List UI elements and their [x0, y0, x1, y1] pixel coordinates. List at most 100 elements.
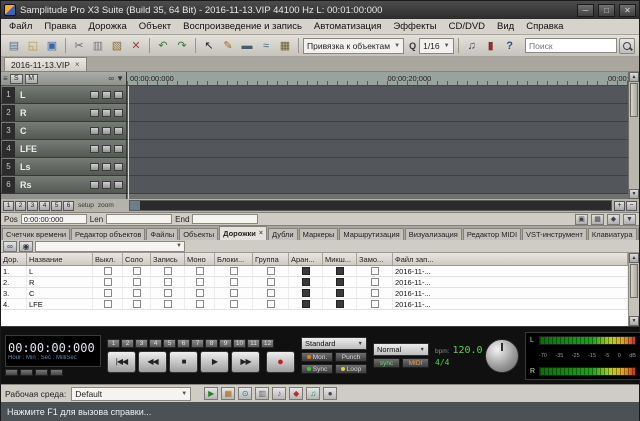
- range-mode-icon[interactable]: ▬: [238, 37, 256, 55]
- track-lane[interactable]: [127, 158, 628, 176]
- metronome-icon[interactable]: ♫: [306, 387, 320, 400]
- tab-markers[interactable]: Маркеры: [299, 228, 339, 240]
- search-input[interactable]: [525, 38, 617, 53]
- table-scrollbar[interactable]: ▲ ▼: [628, 253, 639, 326]
- project-overview-bar[interactable]: [129, 200, 612, 211]
- tab-vst-instrument[interactable]: VST-инструмент: [522, 228, 587, 240]
- chevron-down-icon[interactable]: ▼: [116, 74, 124, 83]
- track-menu-icon[interactable]: ≡: [3, 74, 8, 83]
- tab-routing[interactable]: Маршрутизация: [339, 228, 403, 240]
- col-mono[interactable]: Моно: [185, 253, 215, 265]
- volume-knob[interactable]: [485, 339, 519, 373]
- solo-checkbox[interactable]: [123, 266, 151, 276]
- tempo-display[interactable]: bpm: 120.0 4/4: [435, 345, 479, 367]
- solo-checkbox[interactable]: [123, 277, 151, 287]
- track-header[interactable]: 4 LFE: [1, 140, 126, 158]
- tab-project[interactable]: 2016-11-13.VIP ×: [4, 57, 87, 71]
- find-track-icon[interactable]: ∞: [3, 241, 17, 252]
- freeze-checkbox[interactable]: [357, 299, 393, 309]
- track-solo-button[interactable]: [90, 181, 99, 189]
- maximize-button[interactable]: □: [598, 4, 615, 17]
- marker-1-button[interactable]: 1: [107, 339, 120, 348]
- tab-takes[interactable]: Дубли: [268, 228, 298, 240]
- lock-checkbox[interactable]: [215, 288, 253, 298]
- col-group[interactable]: Группа: [253, 253, 289, 265]
- solo-checkbox[interactable]: [123, 299, 151, 309]
- record-checkbox[interactable]: [151, 288, 185, 298]
- tab-midi-editor[interactable]: Редактор MIDI: [463, 228, 521, 240]
- playhead-cursor[interactable]: [128, 86, 129, 199]
- marker-10-button[interactable]: 10: [233, 339, 246, 348]
- marker-12-button[interactable]: 12: [261, 339, 274, 348]
- time-format-button[interactable]: [20, 369, 33, 376]
- marker-8-button[interactable]: 8: [205, 339, 218, 348]
- mute-checkbox[interactable]: [93, 277, 123, 287]
- paste-icon[interactable]: ▧: [108, 37, 126, 55]
- arranger-checkbox[interactable]: [289, 299, 323, 309]
- track-lanes[interactable]: [127, 86, 628, 199]
- menu-file[interactable]: Файл: [3, 20, 38, 33]
- track-mute-button[interactable]: [102, 91, 111, 99]
- menu-help[interactable]: Справка: [520, 20, 569, 33]
- help-icon[interactable]: ?: [501, 37, 519, 55]
- table-row[interactable]: 3. C 2016-11-...: [1, 288, 628, 299]
- cut-icon[interactable]: ✂: [70, 37, 88, 55]
- marker-11-button[interactable]: 11: [247, 339, 260, 348]
- lock-checkbox[interactable]: [215, 299, 253, 309]
- record-mode-select[interactable]: Standard ▼: [301, 337, 367, 350]
- mixer-checkbox[interactable]: [323, 299, 357, 309]
- grid-value-select[interactable]: 1/16 ▼: [419, 38, 454, 54]
- freeze-checkbox[interactable]: [357, 277, 393, 287]
- col-mute[interactable]: Выкл.: [93, 253, 123, 265]
- track-record-button[interactable]: [114, 163, 123, 171]
- menu-object[interactable]: Объект: [133, 20, 177, 33]
- track-mute-button[interactable]: [102, 181, 111, 189]
- table-scroll-thumb[interactable]: [630, 264, 638, 298]
- forward-button[interactable]: ▶▶: [231, 351, 260, 373]
- track-header[interactable]: 6 Rs: [1, 176, 126, 194]
- menu-cddvd[interactable]: CD/DVD: [443, 20, 491, 33]
- track-lane[interactable]: [127, 104, 628, 122]
- scroll-up-icon[interactable]: ▲: [629, 253, 639, 263]
- loop-toggle[interactable]: Loop: [335, 364, 367, 374]
- mono-checkbox[interactable]: [185, 299, 215, 309]
- zoom-preset-2[interactable]: 2: [15, 201, 26, 211]
- grid-icon[interactable]: ▦: [591, 214, 604, 225]
- track-lane[interactable]: [127, 122, 628, 140]
- zoom-in-icon[interactable]: +: [614, 201, 625, 211]
- group-checkbox[interactable]: [253, 266, 289, 276]
- group-checkbox[interactable]: [253, 288, 289, 298]
- copy-icon[interactable]: ▥: [89, 37, 107, 55]
- track-header[interactable]: 2 R: [1, 104, 126, 122]
- monitor-toggle[interactable]: Mon.: [301, 352, 333, 362]
- track-record-button[interactable]: [114, 109, 123, 117]
- marker-6-button[interactable]: 6: [177, 339, 190, 348]
- zoom-preset-1[interactable]: 1: [3, 201, 14, 211]
- track-mute-button[interactable]: [102, 109, 111, 117]
- col-name[interactable]: Название: [27, 253, 93, 265]
- table-row[interactable]: 2. R 2016-11-...: [1, 277, 628, 288]
- menu-automation[interactable]: Автоматизация: [308, 20, 388, 33]
- scroll-down-icon[interactable]: ▼: [629, 189, 639, 199]
- menu-track[interactable]: Дорожка: [82, 20, 132, 33]
- col-record-file[interactable]: Файл зап...: [393, 253, 628, 265]
- visualization-icon[interactable]: ▥: [255, 387, 269, 400]
- track-record-button[interactable]: [114, 127, 123, 135]
- track-mute-button[interactable]: [102, 145, 111, 153]
- marker-icon[interactable]: ◆: [289, 387, 303, 400]
- track-header[interactable]: 3 C: [1, 122, 126, 140]
- midi-editor-icon[interactable]: ♪: [272, 387, 286, 400]
- draw-mode-icon[interactable]: ✎: [219, 37, 237, 55]
- mute-checkbox[interactable]: [93, 288, 123, 298]
- group-checkbox[interactable]: [253, 299, 289, 309]
- tab-close-icon[interactable]: ×: [259, 230, 263, 237]
- col-record[interactable]: Запись: [151, 253, 185, 265]
- marker-icon[interactable]: ◆: [607, 214, 620, 225]
- col-lock[interactable]: Блоки...: [215, 253, 253, 265]
- mute-checkbox[interactable]: [93, 299, 123, 309]
- col-mixer[interactable]: Микш...: [323, 253, 357, 265]
- track-solo-button[interactable]: [90, 91, 99, 99]
- time-ruler[interactable]: 00:00:00:000 00:00:20:000 00:00:40:000: [127, 72, 628, 86]
- mono-checkbox[interactable]: [185, 288, 215, 298]
- snap-icon[interactable]: ▣: [575, 214, 588, 225]
